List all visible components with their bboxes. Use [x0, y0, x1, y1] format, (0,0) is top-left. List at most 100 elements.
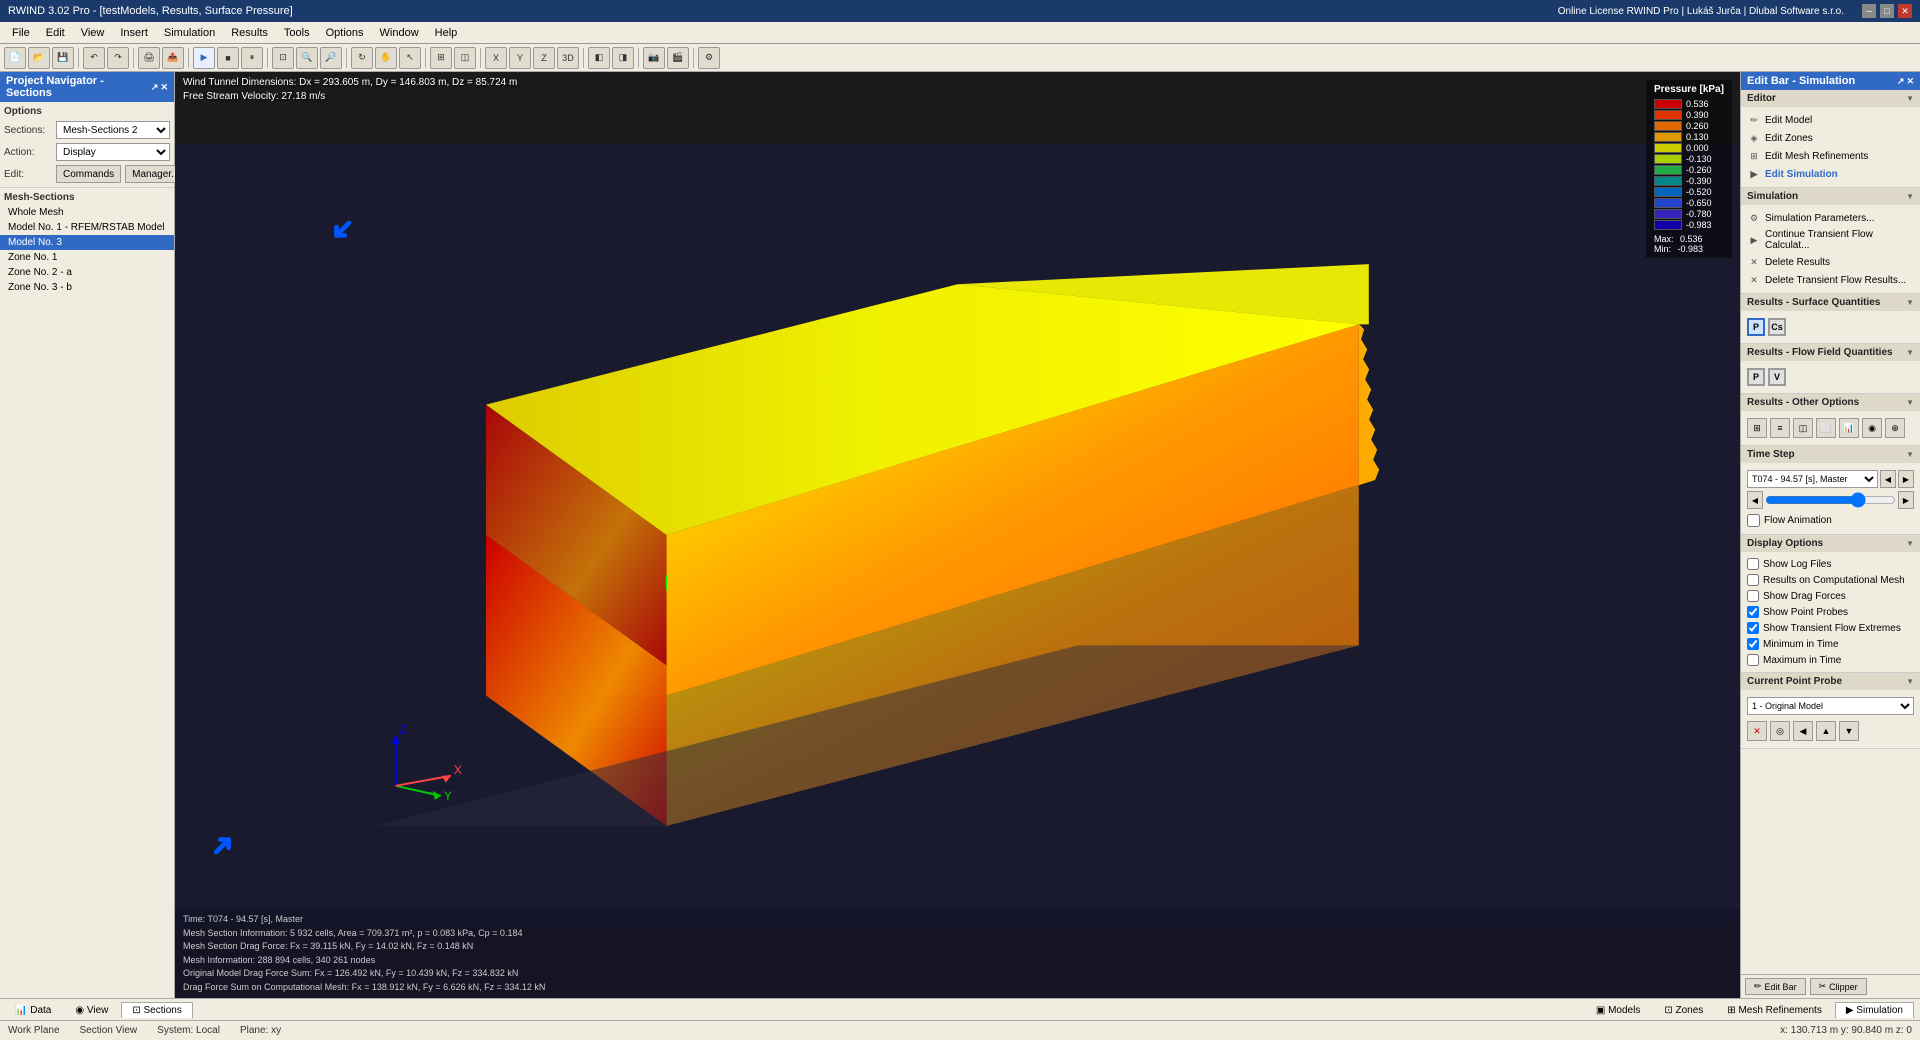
- edit-mesh-item[interactable]: ⊞ Edit Mesh Refinements: [1747, 147, 1914, 165]
- tb-select[interactable]: ↖: [399, 47, 421, 69]
- tb-pan[interactable]: ✋: [375, 47, 397, 69]
- time-step-slider[interactable]: [1765, 493, 1896, 507]
- edit-model-item[interactable]: ✏ Edit Model: [1747, 111, 1914, 129]
- tb-view-x[interactable]: X: [485, 47, 507, 69]
- tb-print[interactable]: 🖨: [138, 47, 160, 69]
- panel-float-btn[interactable]: ↗: [151, 82, 159, 93]
- tb-view-z[interactable]: Z: [533, 47, 555, 69]
- tb-settings[interactable]: ⚙: [698, 47, 720, 69]
- tree-item-whole-mesh[interactable]: Whole Mesh: [0, 205, 174, 220]
- cb-computational-mesh[interactable]: [1747, 574, 1759, 586]
- viewport[interactable]: Wind Tunnel Dimensions: Dx = 293.605 m, …: [175, 72, 1740, 998]
- probe-left-btn[interactable]: ◀: [1793, 721, 1813, 741]
- action-select[interactable]: Display: [56, 143, 170, 161]
- sim-delete-transient-item[interactable]: ✕ Delete Transient Flow Results...: [1747, 271, 1914, 289]
- other-btn-2[interactable]: ≡: [1770, 418, 1790, 438]
- menu-help[interactable]: Help: [427, 25, 466, 41]
- clipper-btn[interactable]: ✂ Clipper: [1810, 978, 1867, 995]
- tb-zoom-in[interactable]: 🔍: [296, 47, 318, 69]
- tb-new[interactable]: 📄: [4, 47, 26, 69]
- other-btn-6[interactable]: ◉: [1862, 418, 1882, 438]
- tb-pause[interactable]: ⏸: [241, 47, 263, 69]
- tb-clip2[interactable]: ◨: [612, 47, 634, 69]
- menu-edit[interactable]: Edit: [38, 25, 73, 41]
- commands-btn[interactable]: Commands: [56, 165, 121, 183]
- menu-results[interactable]: Results: [223, 25, 276, 41]
- flow-field-header[interactable]: Results - Flow Field Quantities ▼: [1741, 344, 1920, 361]
- tb-stop[interactable]: ■: [217, 47, 239, 69]
- close-btn[interactable]: ✕: [1898, 4, 1912, 18]
- probe-select[interactable]: 1 - Original Model: [1747, 697, 1914, 715]
- tb-view-y[interactable]: Y: [509, 47, 531, 69]
- cb-min-time[interactable]: [1747, 638, 1759, 650]
- menu-simulation[interactable]: Simulation: [156, 25, 223, 41]
- sim-delete-item[interactable]: ✕ Delete Results: [1747, 253, 1914, 271]
- tree-item-zone-1[interactable]: Zone No. 1: [0, 250, 174, 265]
- tb-clip1[interactable]: ◧: [588, 47, 610, 69]
- tb-redo[interactable]: ↷: [107, 47, 129, 69]
- ts-prev-btn[interactable]: ◀: [1880, 470, 1896, 488]
- main-tab-simulation[interactable]: ▶ Simulation: [1835, 1002, 1914, 1018]
- tb-mesh[interactable]: ⊞: [430, 47, 452, 69]
- menu-tools[interactable]: Tools: [276, 25, 318, 41]
- cb-transient-extremes[interactable]: [1747, 622, 1759, 634]
- nav-tab-sections[interactable]: ⊡ Sections: [121, 1002, 193, 1018]
- rp-float-btn[interactable]: ↗: [1897, 76, 1905, 87]
- tb-surface[interactable]: ◫: [454, 47, 476, 69]
- tree-item-zone-3b[interactable]: Zone No. 3 - b: [0, 280, 174, 295]
- menu-file[interactable]: File: [4, 25, 38, 41]
- sq-cs-btn[interactable]: Cs: [1768, 318, 1786, 336]
- simulation-section-header[interactable]: Simulation ▼: [1741, 188, 1920, 205]
- cb-max-time[interactable]: [1747, 654, 1759, 666]
- tb-rotate[interactable]: ↻: [351, 47, 373, 69]
- menu-insert[interactable]: Insert: [112, 25, 156, 41]
- flow-animation-check[interactable]: [1747, 514, 1760, 527]
- tree-item-model-1[interactable]: Model No. 1 - RFEM/RSTAB Model: [0, 220, 174, 235]
- panel-close-btn[interactable]: ✕: [160, 82, 168, 93]
- surface-quantities-header[interactable]: Results - Surface Quantities ▼: [1741, 294, 1920, 311]
- sq-pressure-btn[interactable]: P: [1747, 318, 1765, 336]
- restore-btn[interactable]: □: [1880, 4, 1894, 18]
- sim-params-item[interactable]: ⚙ Simulation Parameters...: [1747, 209, 1914, 227]
- cb-show-log[interactable]: [1747, 558, 1759, 570]
- tree-item-model-3[interactable]: Model No. 3: [0, 235, 174, 250]
- tb-zoom-fit[interactable]: ⊡: [272, 47, 294, 69]
- tb-save[interactable]: 💾: [52, 47, 74, 69]
- time-step-header[interactable]: Time Step ▼: [1741, 446, 1920, 463]
- nav-tab-view[interactable]: ◉ View: [64, 1002, 119, 1018]
- tb-run[interactable]: ▶: [193, 47, 215, 69]
- other-btn-4[interactable]: ⬜: [1816, 418, 1836, 438]
- tb-export[interactable]: 📤: [162, 47, 184, 69]
- probe-up-btn[interactable]: ▲: [1816, 721, 1836, 741]
- edit-simulation-item[interactable]: ▶ Edit Simulation: [1747, 165, 1914, 183]
- edit-zones-item[interactable]: ◈ Edit Zones: [1747, 129, 1914, 147]
- tb-undo[interactable]: ↶: [83, 47, 105, 69]
- menu-window[interactable]: Window: [372, 25, 427, 41]
- tb-screenshot[interactable]: 📷: [643, 47, 665, 69]
- ts-next-btn[interactable]: ▶: [1898, 470, 1914, 488]
- rp-close-btn[interactable]: ✕: [1906, 76, 1914, 87]
- main-tab-models[interactable]: ▣ Models: [1585, 1002, 1651, 1018]
- tb-zoom-out[interactable]: 🔎: [320, 47, 342, 69]
- other-options-header[interactable]: Results - Other Options ▼: [1741, 394, 1920, 411]
- ts-right-btn[interactable]: ▶: [1898, 491, 1914, 509]
- probe-delete-btn[interactable]: ✕: [1747, 721, 1767, 741]
- display-options-header[interactable]: Display Options ▼: [1741, 535, 1920, 552]
- tb-open[interactable]: 📂: [28, 47, 50, 69]
- tree-item-zone-2a[interactable]: Zone No. 2 - a: [0, 265, 174, 280]
- menu-view[interactable]: View: [73, 25, 113, 41]
- sections-select[interactable]: Mesh-Sections 2: [56, 121, 170, 139]
- editor-section-header[interactable]: Editor ▼: [1741, 90, 1920, 107]
- minimize-btn[interactable]: ─: [1862, 4, 1876, 18]
- tb-animate[interactable]: 🎬: [667, 47, 689, 69]
- cb-point-probes[interactable]: [1747, 606, 1759, 618]
- tb-view-iso[interactable]: 3D: [557, 47, 579, 69]
- other-btn-7[interactable]: ⊕: [1885, 418, 1905, 438]
- ff-pressure-btn[interactable]: P: [1747, 368, 1765, 386]
- probe-target-btn[interactable]: ◎: [1770, 721, 1790, 741]
- main-tab-zones[interactable]: ⊡ Zones: [1653, 1002, 1714, 1018]
- menu-options[interactable]: Options: [318, 25, 372, 41]
- probe-down-btn[interactable]: ▼: [1839, 721, 1859, 741]
- nav-tab-data[interactable]: 📊 Data: [4, 1002, 62, 1018]
- main-tab-mesh[interactable]: ⊞ Mesh Refinements: [1716, 1002, 1833, 1018]
